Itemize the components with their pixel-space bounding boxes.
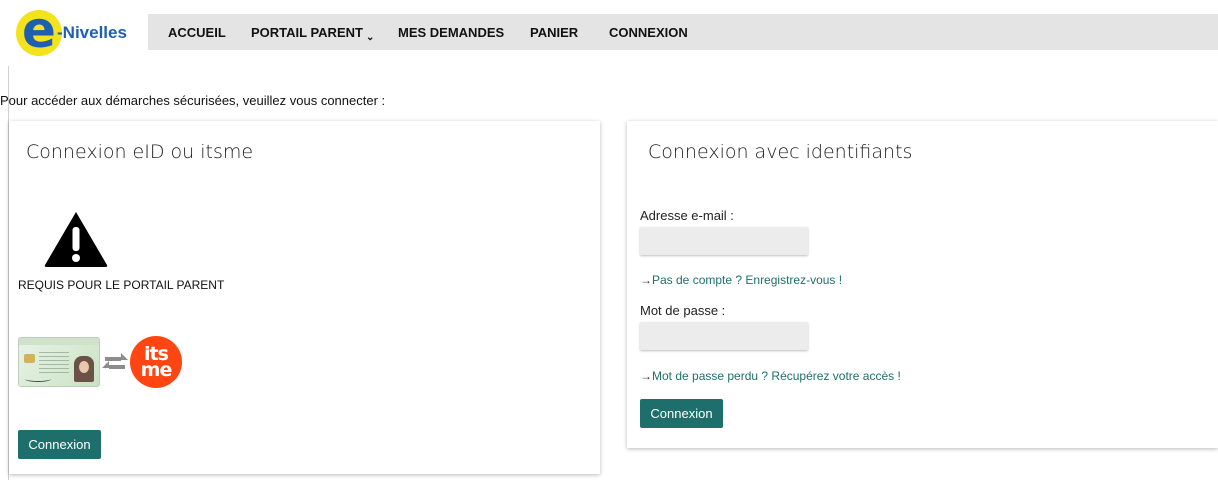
- eid-card-image: [18, 337, 100, 387]
- eid-login-button[interactable]: Connexion: [18, 430, 101, 459]
- email-label: Adresse e-mail :: [640, 208, 734, 223]
- nav-portail-parent-label: PORTAIL PARENT: [251, 25, 363, 40]
- eid-itsme-login-card: Connexion eID ou itsme REQUIS POUR LE PO…: [9, 121, 600, 474]
- forgot-password-link-text: Mot de passe perdu ? Récupérez votre acc…: [652, 369, 901, 383]
- credentials-panel-title: Connexion avec identifiants: [648, 141, 913, 163]
- register-link[interactable]: →Pas de compte ? Enregistrez-vous !: [640, 273, 842, 287]
- password-label: Mot de passe :: [640, 303, 726, 318]
- password-field[interactable]: [640, 322, 808, 350]
- main-navigation: ACCUEIL PORTAIL PARENT ⌄ MES DEMANDES PAN…: [148, 14, 1218, 50]
- logo-wordmark: -Nivelles: [57, 23, 127, 42]
- credentials-login-button[interactable]: Connexion: [640, 399, 723, 428]
- warning-icon: [44, 212, 108, 267]
- requirement-text: REQUIS POUR LE PORTAIL PARENT: [18, 278, 225, 292]
- nav-accueil[interactable]: ACCUEIL: [168, 25, 226, 40]
- logo-e-circle: e: [16, 4, 62, 56]
- nav-panier[interactable]: PANIER: [530, 25, 578, 40]
- intro-text: Pour accéder aux démarches sécurisées, v…: [0, 93, 386, 108]
- nav-mes-demandes[interactable]: MES DEMANDES: [398, 25, 504, 40]
- chevron-down-icon: ⌄: [365, 32, 375, 43]
- register-link-text: Pas de compte ? Enregistrez-vous !: [652, 273, 843, 287]
- logo-letter: e: [22, 1, 56, 59]
- arrow-right-icon: →: [640, 369, 652, 383]
- itsme-logo: its me: [130, 336, 182, 388]
- arrow-right-icon: →: [640, 273, 652, 287]
- eid-panel-title: Connexion eID ou itsme: [26, 141, 254, 163]
- credentials-login-card: Connexion avec identifiants Adresse e-ma…: [627, 121, 1218, 448]
- swap-arrows-icon: [102, 353, 128, 369]
- forgot-password-link[interactable]: →Mot de passe perdu ? Récupérez votre ac…: [640, 369, 901, 383]
- nav-connexion[interactable]: CONNEXION: [609, 25, 688, 40]
- itsme-logo-text: its me: [140, 343, 173, 381]
- nav-portail-parent[interactable]: PORTAIL PARENT ⌄: [251, 25, 375, 43]
- e-nivelles-logo[interactable]: e -Nivelles: [14, 4, 132, 60]
- email-field[interactable]: [640, 227, 808, 255]
